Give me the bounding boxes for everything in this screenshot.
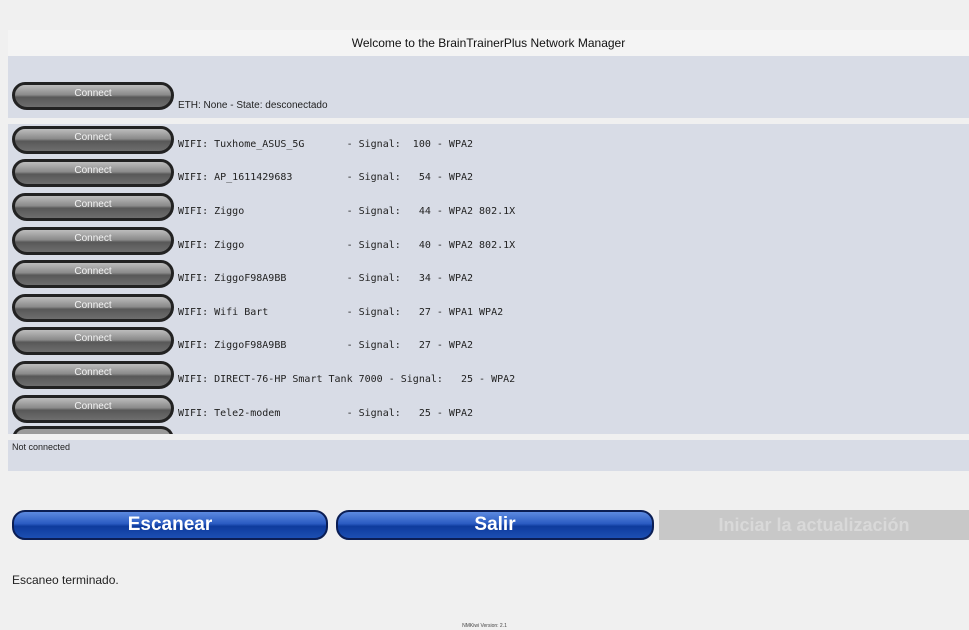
connect-wifi-button[interactable]: Connect bbox=[12, 227, 174, 255]
start-update-button[interactable]: Iniciar la actualización bbox=[659, 510, 969, 540]
window-title: Welcome to the BrainTrainerPlus Network … bbox=[8, 30, 969, 56]
connect-wifi-button[interactable]: Connect bbox=[12, 159, 174, 187]
wifi-network-label: WIFI: DIRECT-76-HP Smart Tank 7000 - Sig… bbox=[178, 374, 516, 385]
exit-button[interactable]: Salir bbox=[336, 510, 654, 540]
ethernet-status-label: ETH: None - State: desconectado bbox=[178, 100, 328, 111]
connect-wifi-button[interactable]: Connect bbox=[12, 260, 174, 288]
wifi-row: Connect WIFI: Ziggo - Signal: 44 - WPA2 … bbox=[12, 193, 962, 223]
connect-wifi-button[interactable]: Connect bbox=[12, 294, 174, 322]
connect-wifi-button[interactable]: Connect bbox=[12, 126, 174, 154]
wifi-network-label: WIFI: Tuxhome_ASUS_5G - Signal: 100 - WP… bbox=[178, 139, 474, 150]
wifi-network-label: WIFI: Tele2-modem - Signal: 25 - WPA2 bbox=[178, 408, 474, 419]
wifi-row: Connect WIFI: Wifi Bart - Signal: 27 - W… bbox=[12, 294, 962, 324]
wifi-network-label: WIFI: Ziggo - Signal: 44 - WPA2 802.1X bbox=[178, 206, 516, 217]
connect-wifi-button[interactable]: Connect bbox=[12, 327, 174, 355]
connect-ethernet-button[interactable]: Connect bbox=[12, 82, 174, 110]
connect-wifi-button[interactable]: Connect bbox=[12, 395, 174, 423]
version-label: NMKiwi Version: 2.1 bbox=[462, 623, 507, 629]
wifi-row: Connect WIFI: ZiggoF98A9BB - Signal: 34 … bbox=[12, 260, 962, 290]
connect-wifi-button[interactable]: Connect bbox=[12, 361, 174, 389]
wifi-row: Connect WIFI: Tuxhome_ASUS_5G - Signal: … bbox=[12, 126, 962, 156]
wifi-network-label: WIFI: Ziggo - Signal: 40 - WPA2 802.1X bbox=[178, 240, 516, 251]
ethernet-panel: Connect ETH: None - State: desconectado bbox=[8, 56, 969, 118]
wifi-network-label: WIFI: ZiggoF98A9BB - Signal: 27 - WPA2 bbox=[178, 340, 474, 351]
scan-button[interactable]: Escanear bbox=[12, 510, 328, 540]
wifi-network-label: WIFI: AP_1611429683 - Signal: 54 - WPA2 bbox=[178, 172, 474, 183]
wifi-network-label: WIFI: ZiggoF98A9BB - Signal: 34 - WPA2 bbox=[178, 273, 474, 284]
connection-status-text: Not connected bbox=[12, 442, 71, 452]
wifi-network-list[interactable]: Connect WIFI: Tuxhome_ASUS_5G - Signal: … bbox=[8, 124, 969, 434]
wifi-row: Connect WIFI: AP_1611429683 - Signal: 54… bbox=[12, 159, 962, 189]
wifi-row: Connect WIFI: DIRECT-76-HP Smart Tank 70… bbox=[12, 361, 962, 391]
connect-wifi-button[interactable]: Connect bbox=[12, 193, 174, 221]
connection-status-panel: Not connected bbox=[8, 440, 969, 471]
wifi-row: Connect WIFI: Ziggo - Signal: 40 - WPA2 … bbox=[12, 227, 962, 257]
wifi-row: Connect WIFI: Tele2-modem - Signal: 25 -… bbox=[12, 395, 962, 425]
scan-status-message: Escaneo terminado. bbox=[12, 573, 119, 587]
wifi-network-label: WIFI: Wifi Bart - Signal: 27 - WPA1 WPA2 bbox=[178, 307, 504, 318]
wifi-row: Connect WIFI: ZiggoF98A9BB - Signal: 27 … bbox=[12, 327, 962, 357]
page-title: Welcome to the BrainTrainerPlus Network … bbox=[351, 36, 626, 50]
ethernet-row: Connect bbox=[12, 82, 962, 112]
connect-wifi-button-partial[interactable] bbox=[12, 426, 174, 434]
